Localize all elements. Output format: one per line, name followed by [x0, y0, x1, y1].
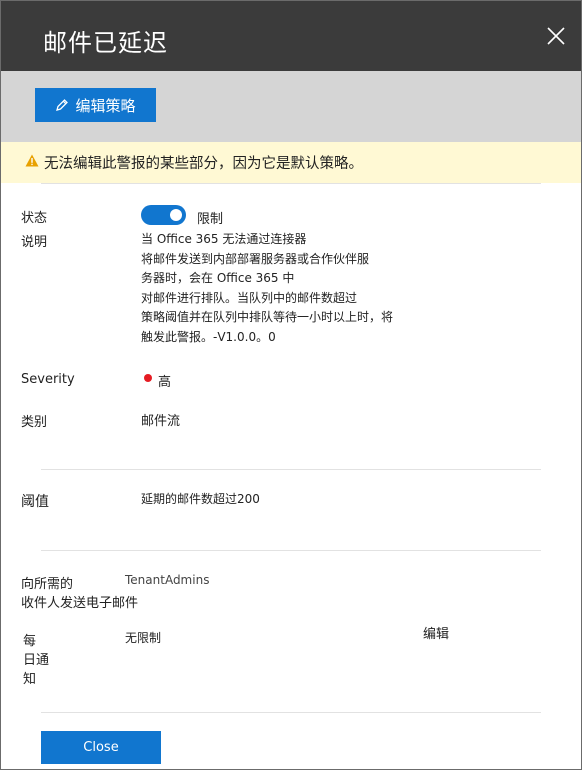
description-line: 务器时，会在 Office 365 中	[141, 271, 295, 285]
warning-triangle-icon	[25, 154, 39, 167]
description-line: 当 Office 365 无法通过连接器	[141, 232, 307, 246]
recipients-label-line2: 收件人发送电子邮件	[21, 596, 139, 611]
description-line: 触发此警报。-V1.0.0。0	[141, 329, 276, 344]
severity-dot-icon	[144, 374, 152, 382]
panel-title: 邮件已延迟	[43, 29, 168, 57]
threshold-label: 阈值	[21, 494, 49, 510]
daily-label-line: 日通	[23, 653, 50, 668]
pencil-icon	[56, 99, 69, 111]
description-label: 说明	[21, 235, 48, 250]
divider	[41, 712, 541, 713]
divider	[41, 550, 541, 551]
severity-label: Severity	[21, 372, 75, 387]
edit-policy-button[interactable]: 编辑策略	[35, 88, 156, 122]
toolbar: 编辑策略	[1, 71, 581, 142]
edit-policy-label: 编辑策略	[75, 96, 136, 115]
close-icon[interactable]	[545, 25, 567, 47]
toggle-knob	[170, 209, 182, 221]
daily-notification-label: 每 日通 知	[23, 632, 49, 689]
threshold-value: 延期的邮件数超过200	[141, 492, 260, 506]
warning-text: 无法编辑此警报的某些部分，因为它是默认策略。	[44, 156, 363, 172]
recipients-label-line1: 向所需的	[21, 577, 74, 592]
category-label: 类别	[21, 415, 48, 430]
status-toggle[interactable]	[141, 205, 186, 225]
description-text: 当 Office 365 无法通过连接器 将邮件发送到内部部署服务器或合作伙伴服…	[141, 230, 441, 347]
daily-label-line: 知	[23, 672, 37, 687]
edit-recipients-link[interactable]: 编辑	[423, 623, 449, 642]
status-value: 限制	[197, 212, 224, 227]
recipients-value: TenantAdmins	[125, 573, 210, 587]
description-line: 将邮件发送到内部部署服务器或合作伙伴服	[141, 251, 370, 266]
panel-header: 邮件已延迟	[1, 1, 581, 71]
close-button[interactable]: Close	[41, 731, 161, 764]
status-label: 状态	[21, 211, 48, 226]
daily-notification-value: 无限制	[125, 631, 162, 645]
daily-label-line: 每	[23, 634, 37, 649]
divider	[41, 469, 541, 470]
description-line: 对邮件进行排队。当队列中的邮件数超过	[141, 290, 358, 305]
description-line: 策略阈值并在队列中排队等待一小时以上时，将	[141, 310, 394, 324]
warning-banner: 无法编辑此警报的某些部分，因为它是默认策略。	[1, 142, 581, 183]
severity-value: 高	[158, 375, 172, 390]
alert-policy-panel: 邮件已延迟 编辑策略 无法编辑此警报的某些部分，因为它是默认策略。 状态 限制 …	[0, 0, 582, 770]
divider	[41, 183, 541, 184]
category-value: 邮件流	[141, 414, 181, 429]
